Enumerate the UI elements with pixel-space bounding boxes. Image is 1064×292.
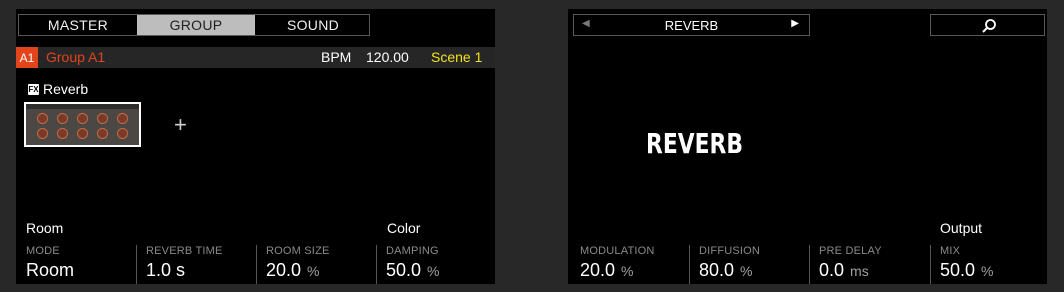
tab-group[interactable]: GROUP <box>137 15 255 35</box>
param-value: 20.0% <box>580 260 634 280</box>
param-label: PRE DELAY <box>819 245 882 257</box>
param-mode[interactable]: MODE Room <box>16 245 135 284</box>
param-value: 50.0% <box>940 260 994 280</box>
fx-slot-label: Reverb <box>43 81 89 97</box>
param-value: 80.0% <box>699 260 753 280</box>
mode-tabbar: MASTER GROUP SOUND <box>18 14 370 36</box>
param-mix[interactable]: MIX 50.0% <box>930 245 1047 284</box>
plugin-nav-title: REVERB <box>664 18 719 33</box>
left-display: MASTER GROUP SOUND A1 Group A1 BPM 120.0… <box>16 9 495 284</box>
param-label: REVERB TIME <box>146 245 223 257</box>
search-button[interactable] <box>930 14 1045 36</box>
section-label-output: Output <box>940 220 983 236</box>
param-value: 50.0% <box>386 260 440 280</box>
divider <box>809 245 810 284</box>
bpm-value: 120.00 <box>366 49 409 65</box>
group-name[interactable]: Group A1 <box>46 49 105 65</box>
section-label-room: Room <box>26 220 64 236</box>
param-modulation[interactable]: MODULATION 20.0% <box>570 245 689 284</box>
knob-icon <box>76 113 88 124</box>
plugin-title: REVERB <box>646 127 744 160</box>
reverb-plugin-thumbnail[interactable] <box>24 102 141 147</box>
divider <box>689 245 690 284</box>
param-label: DIFFUSION <box>699 245 761 257</box>
scene-name: Scene 1 <box>431 49 483 65</box>
param-label: MIX <box>940 245 961 257</box>
search-icon <box>982 19 996 33</box>
plugin-navigator: ◀ REVERB ▶ <box>573 14 810 36</box>
knob-icon <box>56 128 68 139</box>
param-value: Room <box>26 260 75 280</box>
param-diffusion[interactable]: DIFFUSION 80.0% <box>689 245 808 284</box>
knob-icon <box>97 113 109 124</box>
knob-icon <box>97 128 109 139</box>
right-display: ◀ REVERB ▶ REVERB Output MODULATION 20.0… <box>568 9 1047 284</box>
group-id-badge: A1 <box>16 47 38 68</box>
divider <box>256 245 257 284</box>
param-damping[interactable]: DAMPING 50.0% <box>376 245 495 284</box>
add-plugin-icon[interactable]: + <box>174 114 187 136</box>
tab-sound[interactable]: SOUND <box>255 15 371 35</box>
section-label-color: Color <box>387 220 421 236</box>
divider <box>930 245 931 284</box>
knob-icon <box>117 113 129 124</box>
param-room-size[interactable]: ROOM SIZE 20.0% <box>256 245 375 284</box>
bpm-label: BPM <box>321 49 352 65</box>
param-label: MODE <box>26 245 60 257</box>
param-value: 20.0% <box>266 260 320 280</box>
param-value: 0.0 ms <box>819 260 869 280</box>
divider <box>136 245 137 284</box>
tab-master[interactable]: MASTER <box>19 15 137 35</box>
param-label: MODULATION <box>580 245 655 257</box>
knob-icon <box>117 128 129 139</box>
knob-icon <box>56 113 68 124</box>
knob-icon <box>36 128 48 139</box>
knob-icon <box>36 113 48 124</box>
fx-slot-title: FX Reverb <box>28 81 88 97</box>
divider <box>376 245 377 284</box>
param-label: DAMPING <box>386 245 439 257</box>
group-header-bar: A1 Group A1 BPM 120.00 Scene 1 <box>16 47 495 68</box>
param-value: 1.0 s <box>146 260 186 280</box>
param-label: ROOM SIZE <box>266 245 330 257</box>
param-pre-delay[interactable]: PRE DELAY 0.0 ms <box>809 245 928 284</box>
fx-icon: FX <box>28 83 39 95</box>
knob-icon <box>76 128 88 139</box>
next-arrow-icon[interactable]: ▶ <box>791 18 799 29</box>
param-reverb-time[interactable]: REVERB TIME 1.0 s <box>136 245 255 284</box>
